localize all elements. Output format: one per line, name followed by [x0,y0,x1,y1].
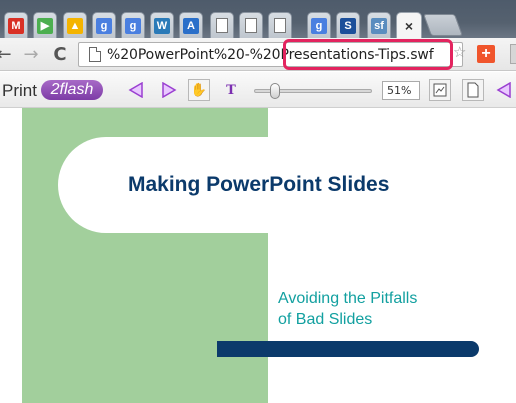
zoom-slider-thumb[interactable] [270,83,280,99]
blank-tab-2[interactable] [239,12,263,38]
slide-title: Making PowerPoint Slides [128,173,390,196]
google-tab-2[interactable]: g [121,12,145,38]
google-tab-1[interactable]: g [92,12,116,38]
page-icon [245,18,257,33]
slide-viewport: Making PowerPoint Slides Avoiding the Pi… [0,108,516,403]
menu-button[interactable] [510,44,516,64]
drive-icon: ▲ [67,17,83,34]
s-tab[interactable]: S [336,12,360,38]
play-tab[interactable]: ▶ [33,12,57,38]
zoom-input[interactable]: 51% [382,81,420,100]
next-page-icon[interactable] [161,82,177,98]
w-icon: W [154,17,170,34]
google-icon: g [311,17,327,34]
google-tab-3[interactable]: g [307,12,331,38]
blank-tab-1[interactable] [210,12,234,38]
page-icon [274,18,286,33]
url-highlight-box [283,39,453,70]
print2flash-logo: 2flash [41,80,103,100]
s-icon: S [340,17,356,34]
previous-page-icon[interactable] [128,82,144,98]
w-tab[interactable]: W [150,12,174,38]
text-select-icon[interactable]: T [220,79,242,101]
extension-button[interactable]: + [477,45,495,63]
google-icon: g [96,17,112,34]
hand-tool-icon[interactable]: ✋ [188,79,210,101]
fit-page-icon[interactable] [462,79,484,101]
slide-subtitle-line-2: of Bad Slides [278,311,373,328]
sf-tab[interactable]: sf [367,12,391,38]
rotate-icon[interactable] [496,82,512,98]
drive-tab[interactable]: ▲ [63,12,87,38]
adwords-tab[interactable]: A [179,12,203,38]
slide-subtitle-line-1: Avoiding the Pitfalls [278,290,418,307]
adwords-icon: A [183,17,199,34]
viewer-toolbar: Print 2flash ✋ T 51% [0,72,516,108]
gmail-icon: M [8,17,24,34]
sf-icon: sf [371,17,387,34]
slide-accent-bar [217,341,479,357]
page-icon [216,18,228,33]
active-tab[interactable]: × [396,12,422,38]
page-icon [89,47,101,62]
google-icon: g [125,17,141,34]
print-label[interactable]: Print [2,81,37,101]
close-tab-icon[interactable]: × [405,18,413,34]
fit-width-icon[interactable] [429,79,451,101]
blank-tab-3[interactable] [268,12,292,38]
forward-button[interactable]: → [22,44,40,65]
back-button[interactable]: ← [0,44,12,65]
bookmark-star-icon[interactable]: ☆ [453,43,466,61]
reload-button[interactable]: C [50,44,70,65]
gmail-tab[interactable]: M [4,12,28,38]
play-icon: ▶ [37,17,53,34]
slide-subtitle: Avoiding the Pitfalls of Bad Slides [278,288,417,330]
